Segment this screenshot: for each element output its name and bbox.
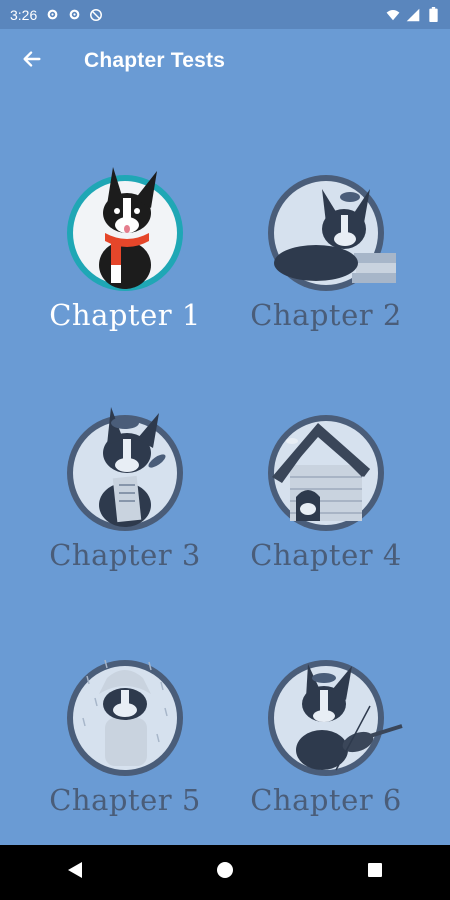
chapter-3-label: Chapter 3 [49, 538, 201, 572]
chapter-1-image [65, 153, 185, 291]
chapter-3-image [65, 393, 185, 531]
page-title: Chapter Tests [84, 49, 226, 72]
chapter-1-label: Chapter 1 [49, 298, 201, 332]
chapter-1-tile[interactable]: Chapter 1 [35, 153, 215, 353]
chapter-grid: Chapter 1 Chapter 2 Chapter 3 Chapter 4 … [0, 93, 450, 845]
chapter-6-tile[interactable]: Chapter 6 [236, 638, 416, 838]
sync-off-icon [89, 8, 103, 22]
signal-icon [406, 8, 420, 22]
chapter-6-label: Chapter 6 [250, 783, 402, 817]
chapter-4-label: Chapter 4 [250, 538, 402, 572]
recents-square-icon [367, 862, 383, 883]
settings-icon [45, 8, 59, 22]
chapter-2-image [266, 153, 396, 291]
chapter-4-tile[interactable]: Chapter 4 [236, 393, 416, 593]
home-circle-icon [216, 861, 234, 884]
status-time: 3:26 [10, 6, 38, 23]
battery-icon [426, 7, 440, 22]
chapter-2-tile[interactable]: Chapter 2 [236, 153, 416, 353]
nav-home-button[interactable] [195, 845, 255, 900]
status-bar: 3:26 [0, 0, 450, 29]
chapter-3-tile[interactable]: Chapter 3 [35, 393, 215, 593]
back-button[interactable] [0, 29, 64, 93]
app-bar: Chapter Tests [0, 29, 450, 93]
chapter-2-label: Chapter 2 [250, 298, 402, 332]
back-triangle-icon [67, 861, 83, 884]
nav-recents-button[interactable] [345, 845, 405, 900]
chapter-5-label: Chapter 5 [49, 783, 201, 817]
chapter-4-image [266, 393, 386, 531]
settings-icon [67, 8, 81, 22]
system-nav-bar [0, 845, 450, 900]
chapter-5-tile[interactable]: Chapter 5 [35, 638, 215, 838]
nav-back-button[interactable] [45, 845, 105, 900]
arrow-back-icon [21, 48, 43, 75]
wifi-icon [386, 8, 400, 22]
chapter-6-image [266, 638, 403, 776]
chapter-5-image [65, 638, 185, 776]
